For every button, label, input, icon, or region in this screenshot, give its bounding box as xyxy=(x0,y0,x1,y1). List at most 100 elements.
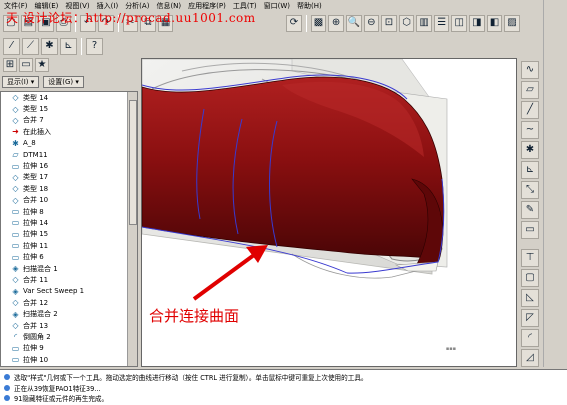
datum-point-toggle-icon[interactable]: ✱ xyxy=(41,37,58,55)
tree-item-label: 拉伸 16 xyxy=(23,162,49,171)
display-style-icon[interactable]: ◫ xyxy=(451,14,468,32)
tree-item[interactable]: ▭ 拉伸 11 xyxy=(1,240,137,251)
datum-toolbar: ⁄ ⟋ ✱ ⊾ ? xyxy=(0,35,520,57)
feature-icon: ◇ xyxy=(12,298,19,308)
tree-item[interactable]: ➜ 在此插入 xyxy=(1,126,137,137)
datum-axis-toggle-icon[interactable]: ⟋ xyxy=(22,37,39,55)
menu-item[interactable]: 帮助(H) xyxy=(297,1,322,11)
sketch-tool-icon[interactable]: ✎ xyxy=(521,201,539,219)
tree-item[interactable]: ▭ 拉伸 8 xyxy=(1,206,137,217)
chamfer-icon[interactable]: ◿ xyxy=(521,349,539,367)
tree-scroll-thumb[interactable] xyxy=(129,100,137,225)
right-panel-strip xyxy=(543,0,567,367)
watermark-text: 天 设计论坛：http://procad.uu1001.com xyxy=(6,11,256,25)
zoom-in-icon[interactable]: 🔍 xyxy=(345,14,362,32)
repaint-icon[interactable]: ▩ xyxy=(310,14,327,32)
tree-item-label: 合并 11 xyxy=(23,275,49,284)
feature-icon: ◈ xyxy=(12,264,19,274)
viewport-tag: ▪▪▪ xyxy=(445,346,456,352)
orient-icon[interactable]: ⬡ xyxy=(398,14,415,32)
wireframe-icon[interactable]: ▨ xyxy=(504,14,520,32)
feature-icon: ◜ xyxy=(13,332,18,342)
round-icon[interactable]: ◜ xyxy=(521,329,539,347)
tree-scrollbar[interactable] xyxy=(127,92,137,366)
feature-icon: ◇ xyxy=(12,104,19,114)
arrow-line xyxy=(192,253,256,301)
hidden-line-icon[interactable]: ◧ xyxy=(486,14,503,32)
tree-item-label: A_8 xyxy=(23,139,36,148)
feature-icon: ◇ xyxy=(12,115,19,125)
feature-icon: ▭ xyxy=(11,229,20,239)
tree-item-label: 类型 18 xyxy=(23,184,49,193)
graphics-window[interactable]: 合并连接曲面 ▪▪▪ xyxy=(141,58,517,367)
tree-item[interactable]: ▭ 拉伸 6 xyxy=(1,251,137,262)
tree-item[interactable]: ◇ 类型 18 xyxy=(1,183,137,194)
layers-icon[interactable]: ☰ xyxy=(433,14,450,32)
context-help-icon[interactable]: ? xyxy=(86,37,103,55)
shell-icon[interactable]: ▢ xyxy=(521,269,539,287)
tree-item[interactable]: ▭ 拉伸 16 xyxy=(1,160,137,171)
plane-icon[interactable]: ▱ xyxy=(521,81,539,99)
tree-item-label: Var Sect Sweep 1 xyxy=(23,287,85,296)
tree-item[interactable]: ◇ 类型 17 xyxy=(1,172,137,183)
tree-item[interactable]: ✱ A_8 xyxy=(1,138,137,149)
tree-item[interactable]: ◇ 合并 10 xyxy=(1,195,137,206)
tree-item-label: 类型 17 xyxy=(23,173,49,182)
zoom-out-icon[interactable]: ⊖ xyxy=(363,14,380,32)
menu-item[interactable]: 窗口(W) xyxy=(264,1,290,11)
tree-item-label: 拉伸 14 xyxy=(23,218,49,227)
folder-icon[interactable]: ▭ xyxy=(19,58,33,72)
tree-item[interactable]: ◈ 扫描混合 2 xyxy=(1,308,137,319)
feature-icon: ▭ xyxy=(11,241,20,251)
feature-icon: ◇ xyxy=(12,195,19,205)
feature-toolbar: ∿ ▱ ╱ ~ ✱ ⊾ ⤡ ✎ ▭ ⊤ ▢ ◺ ◸ ◜ ◿ xyxy=(519,58,541,367)
tree-item[interactable]: ▭ 拉伸 14 xyxy=(1,217,137,228)
tree-item[interactable]: ◇ 合并 7 xyxy=(1,115,137,126)
analysis-icon[interactable]: ⤡ xyxy=(521,181,539,199)
zoom-window-icon[interactable]: ⊕ xyxy=(328,14,344,32)
tree-item-label: 拉伸 9 xyxy=(23,344,44,353)
feature-icon: ◈ xyxy=(12,309,19,319)
regenerate-icon[interactable]: ⟳ xyxy=(286,14,302,32)
tree-item[interactable]: ◇ 合并 13 xyxy=(1,320,137,331)
hole-icon[interactable]: ⊤ xyxy=(521,249,539,267)
tree-item[interactable]: ◈ 扫描混合 1 xyxy=(1,263,137,274)
extrude-icon[interactable]: ▭ xyxy=(521,221,539,239)
datum-plane-toggle-icon[interactable]: ⁄ xyxy=(3,37,20,55)
tree-item[interactable]: ◇ 类型 14 xyxy=(1,92,137,103)
tree-icon[interactable]: ⊞ xyxy=(3,58,17,72)
tree-item-label: 类型 14 xyxy=(23,93,49,102)
show-dropdown[interactable]: 显示(I) ▾ xyxy=(2,76,40,88)
feature-icon: ◇ xyxy=(12,184,19,194)
tree-item[interactable]: ◇ 类型 15 xyxy=(1,103,137,114)
tree-list: ◇ 类型 14 ◇ 类型 15 ◇ 合并 7 ➜ 在此插入 ✱ A_8 ▱ DTM11 ▭ 拉伸 16 ◇ 类… xyxy=(1,92,137,365)
tree-item-label: 拉伸 8 xyxy=(23,207,44,216)
saved-views-icon[interactable]: ▥ xyxy=(416,14,432,32)
tree-item-label: 拉伸 11 xyxy=(23,241,49,250)
csys-icon[interactable]: ⊾ xyxy=(521,161,539,179)
curve-icon[interactable]: ~ xyxy=(521,121,539,139)
shading-icon[interactable]: ◨ xyxy=(469,14,485,32)
csys-toggle-icon[interactable]: ⊾ xyxy=(60,37,77,55)
message-line: 正在从39恢复PAO1特征39... xyxy=(4,383,563,394)
tree-item[interactable]: ▭ 拉伸 10 xyxy=(1,354,137,365)
axis-icon[interactable]: ╱ xyxy=(521,101,539,119)
tree-item[interactable]: ▭ 拉伸 15 xyxy=(1,229,137,240)
refit-icon[interactable]: ⊡ xyxy=(381,14,397,32)
favorites-icon[interactable]: ★ xyxy=(35,58,49,72)
sketch-icon[interactable]: ∿ xyxy=(521,61,539,79)
tree-item-label: 倒圆角 2 xyxy=(23,332,51,341)
rib-icon[interactable]: ◺ xyxy=(521,289,539,307)
draft-icon[interactable]: ◸ xyxy=(521,309,539,327)
tree-item[interactable]: ▭ 拉伸 9 xyxy=(1,343,137,354)
tree-item[interactable]: ◈ Var Sect Sweep 1 xyxy=(1,286,137,297)
tree-item[interactable]: ◇ 合并 11 xyxy=(1,274,137,285)
tree-item-label: 合并 7 xyxy=(23,116,44,125)
tree-item-label: 类型 15 xyxy=(23,105,49,114)
tree-item[interactable]: ◇ 合并 12 xyxy=(1,297,137,308)
message-area: 选取"样式"几何或下一个工具。拖动选定的曲线进行移动（按住 CTRL 进行复制）… xyxy=(0,369,567,405)
point-icon[interactable]: ✱ xyxy=(521,141,539,159)
tree-item[interactable]: ◜ 倒圆角 2 xyxy=(1,331,137,342)
tree-item[interactable]: ▱ DTM11 xyxy=(1,149,137,160)
settings-dropdown[interactable]: 设置(G) ▾ xyxy=(43,76,84,88)
